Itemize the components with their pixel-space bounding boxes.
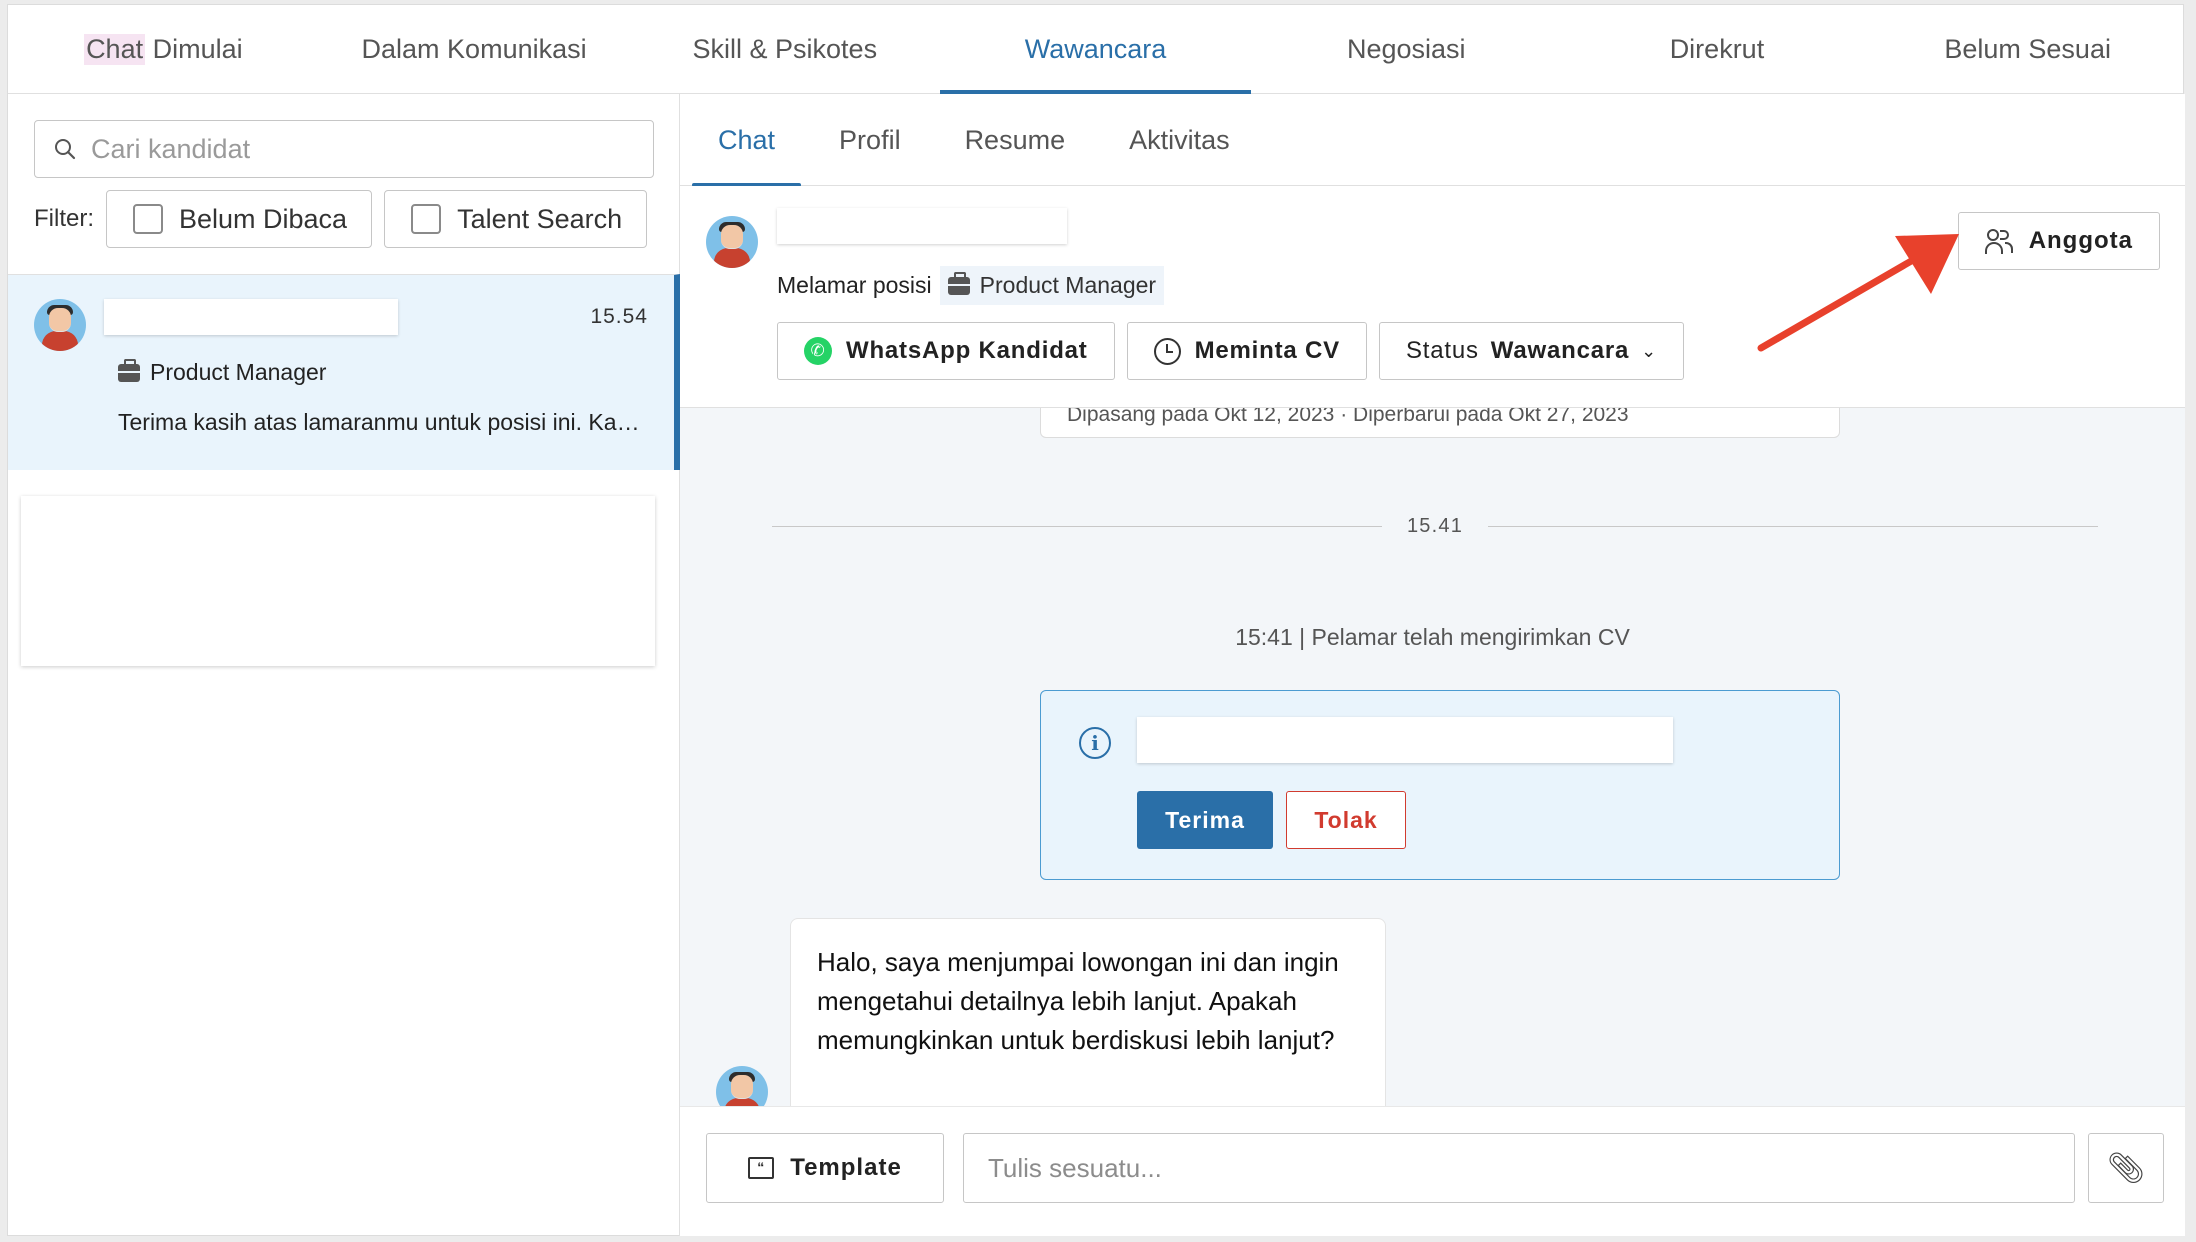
whatsapp-button[interactable]: ✆ WhatsApp Kandidat bbox=[777, 322, 1115, 380]
detail-tabs: Chat Profil Resume Aktivitas bbox=[680, 94, 2185, 187]
candidate-list-placeholder bbox=[21, 496, 655, 666]
reject-button[interactable]: Tolak bbox=[1286, 791, 1406, 849]
info-icon: i bbox=[1079, 727, 1111, 759]
tab-negosiasi[interactable]: Negosiasi bbox=[1251, 5, 1562, 93]
position-chip: Product Manager bbox=[939, 266, 1165, 305]
status-dropdown[interactable]: Status Wawancara ⌄ bbox=[1378, 322, 1685, 380]
users-icon bbox=[1984, 227, 2015, 255]
search-box bbox=[34, 120, 654, 178]
tab-belum-sesuai[interactable]: Belum Sesuai bbox=[1872, 5, 2183, 93]
members-button[interactable]: Anggota bbox=[1957, 212, 2160, 270]
tab-profil[interactable]: Profil bbox=[813, 94, 927, 186]
template-button[interactable]: “Template bbox=[706, 1133, 944, 1203]
accept-button[interactable]: Terima bbox=[1137, 791, 1273, 849]
candidate-list-item[interactable]: 15.54 Product Manager Terima kasih atas … bbox=[8, 274, 680, 470]
app-window: Chat Dimulai Dalam Komunikasi Skill & Ps… bbox=[7, 4, 2185, 1236]
time-divider: 15.41 bbox=[772, 515, 2098, 537]
search-icon bbox=[55, 139, 76, 160]
cv-file-redacted bbox=[1137, 717, 1673, 763]
cv-request-card: i Terima Tolak bbox=[1040, 690, 1840, 880]
applied-position: Melamar posisi Product Manager bbox=[777, 266, 1165, 305]
message-preview: Terima kasih atas lamaranmu untuk posisi… bbox=[118, 409, 648, 435]
tab-skill-psikotes[interactable]: Skill & Psikotes bbox=[629, 5, 940, 93]
tab-chat-dimulai[interactable]: Chat Dimulai bbox=[8, 5, 319, 93]
tab-direkrut[interactable]: Direkrut bbox=[1562, 5, 1873, 93]
attach-button[interactable]: 📎︎ bbox=[2088, 1133, 2164, 1203]
candidate-name-redacted bbox=[104, 299, 398, 335]
quote-icon: “ bbox=[748, 1157, 775, 1179]
chevron-down-icon: ⌄ bbox=[1641, 340, 1658, 361]
tab-resume[interactable]: Resume bbox=[939, 94, 1092, 186]
avatar bbox=[716, 1066, 768, 1106]
request-cv-button[interactable]: Meminta CV bbox=[1126, 322, 1367, 380]
tab-chat[interactable]: Chat bbox=[692, 94, 802, 187]
job-meta: Dipasang pada Okt 12, 2023 · Diperbarui … bbox=[1067, 408, 1629, 426]
system-message: 15:41 | Pelamar telah mengirimkan CV bbox=[1235, 624, 1630, 650]
message-composer: “Template 📎︎ bbox=[680, 1106, 2185, 1236]
action-buttons: ✆ WhatsApp Kandidat Meminta CV Status Wawa… bbox=[777, 322, 1696, 380]
tab-aktivitas[interactable]: Aktivitas bbox=[1103, 94, 1256, 186]
briefcase-icon bbox=[947, 271, 970, 295]
message-time: 15.54 bbox=[590, 305, 648, 328]
message-input[interactable] bbox=[963, 1133, 2075, 1203]
clock-icon bbox=[1153, 337, 1181, 365]
filter-label: Filter: bbox=[34, 205, 94, 232]
filter-row: Filter: Belum Dibaca Talent Search bbox=[34, 190, 659, 248]
tab-dalam-komunikasi[interactable]: Dalam Komunikasi bbox=[319, 5, 630, 93]
filter-talent-search[interactable]: Talent Search bbox=[384, 190, 648, 248]
paperclip-icon: 📎︎ bbox=[2106, 1151, 2146, 1185]
tab-wawancara[interactable]: Wawancara bbox=[940, 5, 1251, 94]
annotation-arrow bbox=[1757, 234, 1959, 352]
job-card: Dipasang pada Okt 12, 2023 · Diperbarui … bbox=[1040, 408, 1840, 438]
stage-tabs: Chat Dimulai Dalam Komunikasi Skill & Ps… bbox=[8, 5, 2183, 94]
checkbox-icon bbox=[411, 204, 442, 234]
briefcase-icon bbox=[118, 358, 140, 382]
whatsapp-icon: ✆ bbox=[804, 337, 832, 365]
filter-belum-dibaca[interactable]: Belum Dibaca bbox=[106, 190, 373, 248]
avatar bbox=[34, 299, 86, 351]
candidate-position: Product Manager bbox=[118, 358, 326, 386]
candidate-name-redacted bbox=[777, 208, 1067, 244]
search-input[interactable] bbox=[91, 133, 631, 165]
candidate-panel: Filter: Belum Dibaca Talent Search 15.54… bbox=[8, 94, 680, 1236]
checkbox-icon bbox=[133, 204, 163, 234]
chat-area: Dipasang pada Okt 12, 2023 · Diperbarui … bbox=[680, 408, 2185, 1106]
message-bubble: Halo, saya menjumpai lowongan ini dan in… bbox=[790, 918, 1386, 1106]
avatar bbox=[706, 216, 758, 268]
